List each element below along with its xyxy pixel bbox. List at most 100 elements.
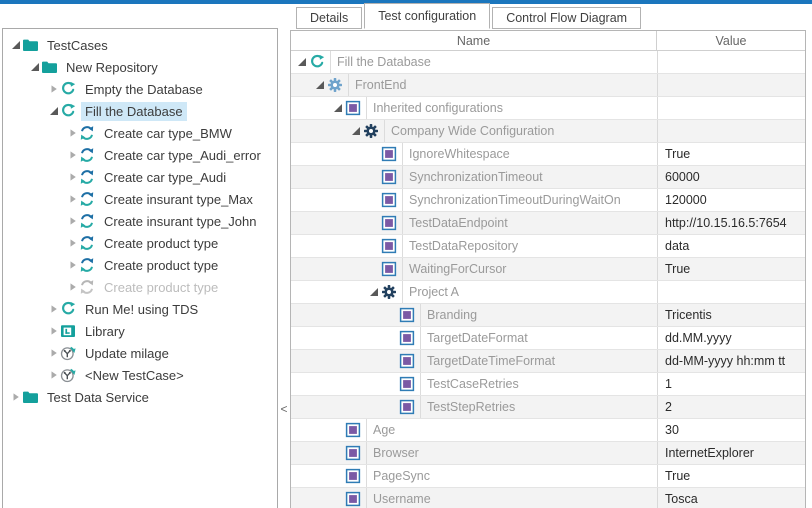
expander-expanded-icon[interactable] [295, 56, 309, 68]
table-row[interactable]: Inherited configurations [291, 97, 805, 120]
config-value-cell[interactable]: data [657, 235, 805, 257]
config-value-cell[interactable]: InternetExplorer [657, 442, 805, 464]
table-row[interactable]: Company Wide Configuration [291, 120, 805, 143]
expander-collapsed-icon[interactable] [47, 347, 60, 359]
table-row[interactable]: TestCaseRetries1 [291, 373, 805, 396]
config-value-cell[interactable]: dd-MM-yyyy hh:mm tt [657, 350, 805, 372]
expander-expanded-icon[interactable] [9, 39, 22, 51]
config-value-cell[interactable]: 2 [657, 396, 805, 418]
tree-item-label: Create product type [100, 256, 222, 275]
tree-item[interactable]: Create product type [3, 254, 277, 276]
expander-collapsed-icon[interactable] [47, 83, 60, 95]
expander-collapsed-icon[interactable] [66, 149, 79, 161]
config-value-cell[interactable] [657, 120, 805, 142]
tree-item-label: Library [81, 322, 129, 341]
tree-item[interactable]: Test Data Service [3, 386, 277, 408]
config-value-cell[interactable] [657, 97, 805, 119]
config-value-cell[interactable]: True [657, 465, 805, 487]
config-value-cell[interactable]: Tosca [657, 488, 805, 508]
tab-test-configuration[interactable]: Test configuration [364, 3, 490, 29]
tree-item[interactable]: <New TestCase> [3, 364, 277, 386]
expander-collapsed-icon[interactable] [66, 215, 79, 227]
table-row[interactable]: UsernameTosca [291, 488, 805, 508]
expander-expanded-icon[interactable] [313, 79, 327, 91]
tree-item[interactable]: New Repository [3, 56, 277, 78]
tree-item[interactable]: Create product type [3, 232, 277, 254]
config-value-cell[interactable] [657, 74, 805, 96]
refresh-icon [60, 81, 77, 97]
config-value-cell[interactable]: True [657, 143, 805, 165]
expander-placeholder [385, 401, 399, 413]
table-row[interactable]: TestDataEndpointhttp://10.15.16.5:7654 [291, 212, 805, 235]
expander-collapsed-icon[interactable] [66, 281, 79, 293]
tree-item[interactable]: TestCases [3, 34, 277, 56]
param-icon [399, 307, 415, 323]
table-row[interactable]: IgnoreWhitespaceTrue [291, 143, 805, 166]
tree-item[interactable]: Library [3, 320, 277, 342]
config-value-cell[interactable]: http://10.15.16.5:7654 [657, 212, 805, 234]
expander-collapsed-icon[interactable] [66, 171, 79, 183]
tree-item[interactable]: Update milage [3, 342, 277, 364]
expander-collapsed-icon[interactable] [66, 127, 79, 139]
table-row[interactable]: Age30 [291, 419, 805, 442]
collapse-panel-button[interactable]: < [279, 401, 289, 417]
table-row[interactable]: TestStepRetries2 [291, 396, 805, 419]
expander-collapsed-icon[interactable] [66, 259, 79, 271]
name-cell: TargetDateTimeFormat [291, 350, 657, 372]
tree-item[interactable]: Run Me! using TDS [3, 298, 277, 320]
column-header-name[interactable]: Name [291, 31, 657, 50]
config-value-cell[interactable]: 60000 [657, 166, 805, 188]
tree-item[interactable]: Create car type_Audi_error [3, 144, 277, 166]
config-value-cell[interactable] [657, 281, 805, 303]
column-header-value[interactable]: Value [657, 31, 805, 50]
table-row[interactable]: TargetDateTimeFormatdd-MM-yyyy hh:mm tt [291, 350, 805, 373]
expander-collapsed-icon[interactable] [66, 237, 79, 249]
tree-item[interactable]: Empty the Database [3, 78, 277, 100]
expander-collapsed-icon[interactable] [9, 391, 22, 403]
expander-collapsed-icon[interactable] [47, 303, 60, 315]
expander-placeholder [367, 194, 381, 206]
expander-expanded-icon[interactable] [367, 286, 381, 298]
refresh-icon [60, 301, 77, 317]
table-row[interactable]: TestDataRepositorydata [291, 235, 805, 258]
tab-details[interactable]: Details [296, 7, 362, 29]
tree-item[interactable]: Create car type_BMW [3, 122, 277, 144]
tree-item[interactable]: Fill the Database [3, 100, 277, 122]
config-value-cell[interactable]: Tricentis [657, 304, 805, 326]
param-icon [345, 422, 361, 438]
expander-expanded-icon[interactable] [28, 61, 41, 73]
config-value-cell[interactable]: True [657, 258, 805, 280]
config-value-cell[interactable] [657, 51, 805, 73]
testcase-icon [60, 345, 77, 361]
tab-control-flow-diagram[interactable]: Control Flow Diagram [492, 7, 641, 29]
table-row[interactable]: PageSyncTrue [291, 465, 805, 488]
config-value-cell[interactable]: dd.MM.yyyy [657, 327, 805, 349]
table-row[interactable]: TargetDateFormatdd.MM.yyyy [291, 327, 805, 350]
table-row[interactable]: Fill the Database [291, 51, 805, 74]
expander-collapsed-icon[interactable] [47, 369, 60, 381]
table-row[interactable]: WaitingForCursorTrue [291, 258, 805, 281]
expander-expanded-icon[interactable] [349, 125, 363, 137]
expander-expanded-icon[interactable] [47, 105, 60, 117]
table-row[interactable]: FrontEnd [291, 74, 805, 97]
config-name-label: Project A [402, 281, 657, 303]
tree-item[interactable]: Create car type_Audi [3, 166, 277, 188]
tree-item[interactable]: Create insurant type_Max [3, 188, 277, 210]
name-cell: Browser [291, 442, 657, 464]
tree-item[interactable]: Create insurant type_John [3, 210, 277, 232]
expander-collapsed-icon[interactable] [47, 325, 60, 337]
config-value-cell[interactable]: 1 [657, 373, 805, 395]
table-row[interactable]: Project A [291, 281, 805, 304]
expander-collapsed-icon[interactable] [66, 193, 79, 205]
config-name-label: WaitingForCursor [402, 258, 657, 280]
config-value-cell[interactable]: 30 [657, 419, 805, 441]
table-row[interactable]: BrandingTricentis [291, 304, 805, 327]
config-value-cell[interactable]: 120000 [657, 189, 805, 211]
expander-expanded-icon[interactable] [331, 102, 345, 114]
table-row[interactable]: SynchronizationTimeout60000 [291, 166, 805, 189]
table-row[interactable]: SynchronizationTimeoutDuringWaitOn120000 [291, 189, 805, 212]
library-icon [60, 323, 77, 339]
param-icon [399, 330, 415, 346]
table-row[interactable]: BrowserInternetExplorer [291, 442, 805, 465]
tree-item[interactable]: Create product type [3, 276, 277, 298]
